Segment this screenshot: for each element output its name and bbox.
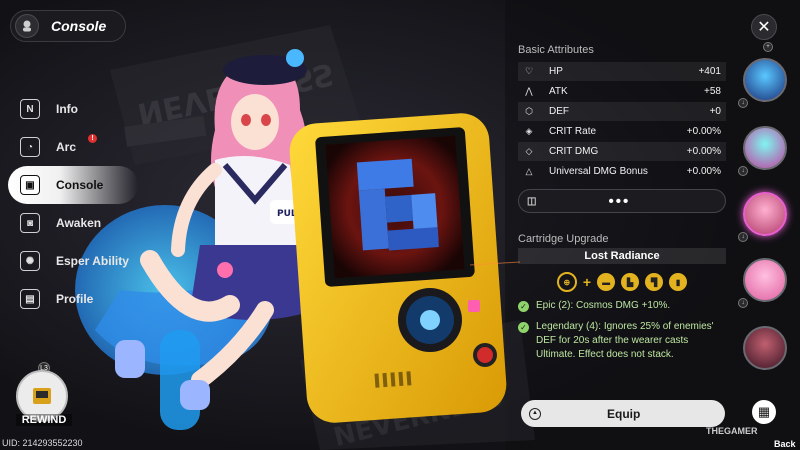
attribute-row-crit-rate: ◈ CRIT Rate +0.00% — [518, 122, 726, 141]
uid-text: UID: 214293552230 — [2, 438, 83, 448]
sidebar-item-profile[interactable]: ▤ Profile — [8, 280, 138, 318]
awaken-icon: ◙ — [20, 213, 40, 233]
character-portrait-4[interactable] — [743, 258, 787, 302]
rewind-label: REWIND — [16, 414, 72, 426]
cartridge-piece-3-icon[interactable]: ▜ — [645, 273, 664, 291]
info-icon: N — [20, 99, 40, 119]
console-icon: ▣ — [20, 175, 40, 195]
attribute-label: DEF — [549, 106, 569, 117]
cartridge-upgrade-title: Cartridge Upgrade — [518, 233, 609, 245]
heart-icon: ♡ — [524, 66, 534, 76]
back-button[interactable]: ▦ — [752, 400, 776, 424]
attribute-label: ATK — [549, 86, 568, 97]
sidebar-item-console[interactable]: ▣ Console — [8, 166, 138, 204]
equip-label: Equip — [607, 406, 641, 421]
basic-attributes-title: Basic Attributes — [518, 44, 594, 56]
attributes-panel: Basic Attributes ♡ HP +401 ⋀ ATK +58 ⬡ D… — [518, 44, 726, 362]
esper-ability-icon: ✺ — [20, 251, 40, 271]
grid-icon: ▦ — [757, 404, 771, 419]
attribute-value: +0.00% — [686, 126, 721, 137]
more-attributes-button[interactable]: ◫ ••• — [518, 189, 726, 213]
sidebar-item-label: Arc — [56, 140, 77, 154]
sidebar-item-label: Info — [56, 102, 78, 116]
rewind-console-icon — [33, 388, 51, 404]
cartridge-piece-2-icon[interactable]: ▙ — [621, 273, 640, 291]
cartridge-pieces: ⊕ + ▬ ▙ ▜ ▮ — [518, 272, 726, 292]
watermark: THEGAMER — [706, 426, 758, 436]
attribute-value: +0.00% — [686, 166, 721, 177]
attribute-row-crit-dmg: ◇ CRIT DMG +0.00% — [518, 142, 726, 161]
equip-button[interactable]: ▲ Equip — [521, 400, 725, 427]
more-dots: ••• — [608, 192, 631, 210]
set-effect-text: Epic (2): Cosmos DMG +10%. — [536, 300, 671, 311]
character-swap-icon: ↓ — [738, 98, 748, 108]
attribute-value: +401 — [698, 66, 721, 77]
dmg-bonus-icon: △ — [525, 166, 533, 176]
attribute-label: CRIT DMG — [549, 146, 599, 157]
sidebar-item-label: Awaken — [56, 216, 102, 230]
back-label: Back — [774, 439, 796, 449]
close-button[interactable]: ✕ — [751, 14, 777, 40]
character-head-icon — [15, 14, 39, 38]
character-portrait-5[interactable] — [743, 326, 787, 370]
console-device-illustration — [289, 113, 507, 423]
plus-icon: + — [582, 274, 592, 290]
expand-icon: ◫ — [527, 195, 537, 207]
check-icon: ✓ — [518, 301, 529, 312]
cartridge-piece-4-icon[interactable]: ▮ — [669, 273, 688, 291]
character-swap-icon: ↓ — [738, 166, 748, 176]
attribute-row-atk: ⋀ ATK +58 — [518, 82, 726, 101]
character-portrait-1[interactable] — [743, 58, 787, 102]
cartridge-core-icon[interactable]: ⊕ — [556, 272, 577, 292]
crit-rate-icon: ◈ — [525, 126, 533, 136]
sidebar-item-label: Console — [56, 178, 104, 192]
sidebar-item-arc[interactable]: ◔ Arc ! — [8, 128, 138, 166]
sidebar-item-label: Profile — [56, 292, 94, 306]
shield-icon: ⬡ — [525, 106, 533, 116]
attribute-label: CRIT Rate — [549, 126, 597, 137]
set-effect-text: Legendary (4): Ignores 25% of enemies' D… — [536, 321, 714, 360]
attributes-list: ♡ HP +401 ⋀ ATK +58 ⬡ DEF +0 ◈ CRIT Rate… — [518, 62, 726, 181]
sidebar-item-esper-ability[interactable]: ✺ Esper Ability — [8, 242, 138, 280]
page-header: Console — [10, 10, 126, 42]
character-swap-icon: ↓ — [738, 298, 748, 308]
attribute-value: +0.00% — [686, 146, 721, 157]
sidebar-item-awaken[interactable]: ◙ Awaken — [8, 204, 138, 242]
cartridge-piece-1-icon[interactable]: ▬ — [597, 273, 616, 291]
sidebar-item-label: Esper Ability — [56, 254, 129, 268]
crit-dmg-icon: ◇ — [525, 146, 533, 156]
set-effect-epic: ✓ Epic (2): Cosmos DMG +10%. — [518, 299, 726, 313]
character-lock-icon: + — [763, 42, 773, 52]
attribute-label: HP — [549, 66, 563, 77]
alert-badge: ! — [88, 134, 97, 143]
atk-icon: ⋀ — [525, 86, 533, 96]
profile-icon: ▤ — [20, 289, 40, 309]
character-portrait-3-selected[interactable] — [743, 192, 787, 236]
attribute-row-hp: ♡ HP +401 — [518, 62, 726, 81]
check-icon: ✓ — [518, 322, 529, 333]
set-effect-legendary: ✓ Legendary (4): Ignores 25% of enemies'… — [518, 320, 726, 362]
cartridge-name: Lost Radiance — [518, 248, 726, 264]
character-swap-icon: ↓ — [738, 232, 748, 242]
arc-icon: ◔ — [20, 137, 40, 157]
attribute-value: +58 — [704, 86, 721, 97]
attribute-label: Universal DMG Bonus — [549, 166, 648, 177]
attribute-row-def: ⬡ DEF +0 — [518, 102, 726, 121]
page-title: Console — [51, 18, 107, 34]
attribute-value: +0 — [709, 106, 721, 117]
sidebar-item-info[interactable]: N Info — [8, 90, 138, 128]
character-portrait-2[interactable] — [743, 126, 787, 170]
triangle-button-icon: ▲ — [529, 407, 541, 420]
attribute-row-dmg-bonus: △ Universal DMG Bonus +0.00% — [518, 162, 726, 181]
sidebar-nav: N Info ◔ Arc ! ▣ Console ◙ Awaken ✺ Espe… — [8, 90, 138, 318]
